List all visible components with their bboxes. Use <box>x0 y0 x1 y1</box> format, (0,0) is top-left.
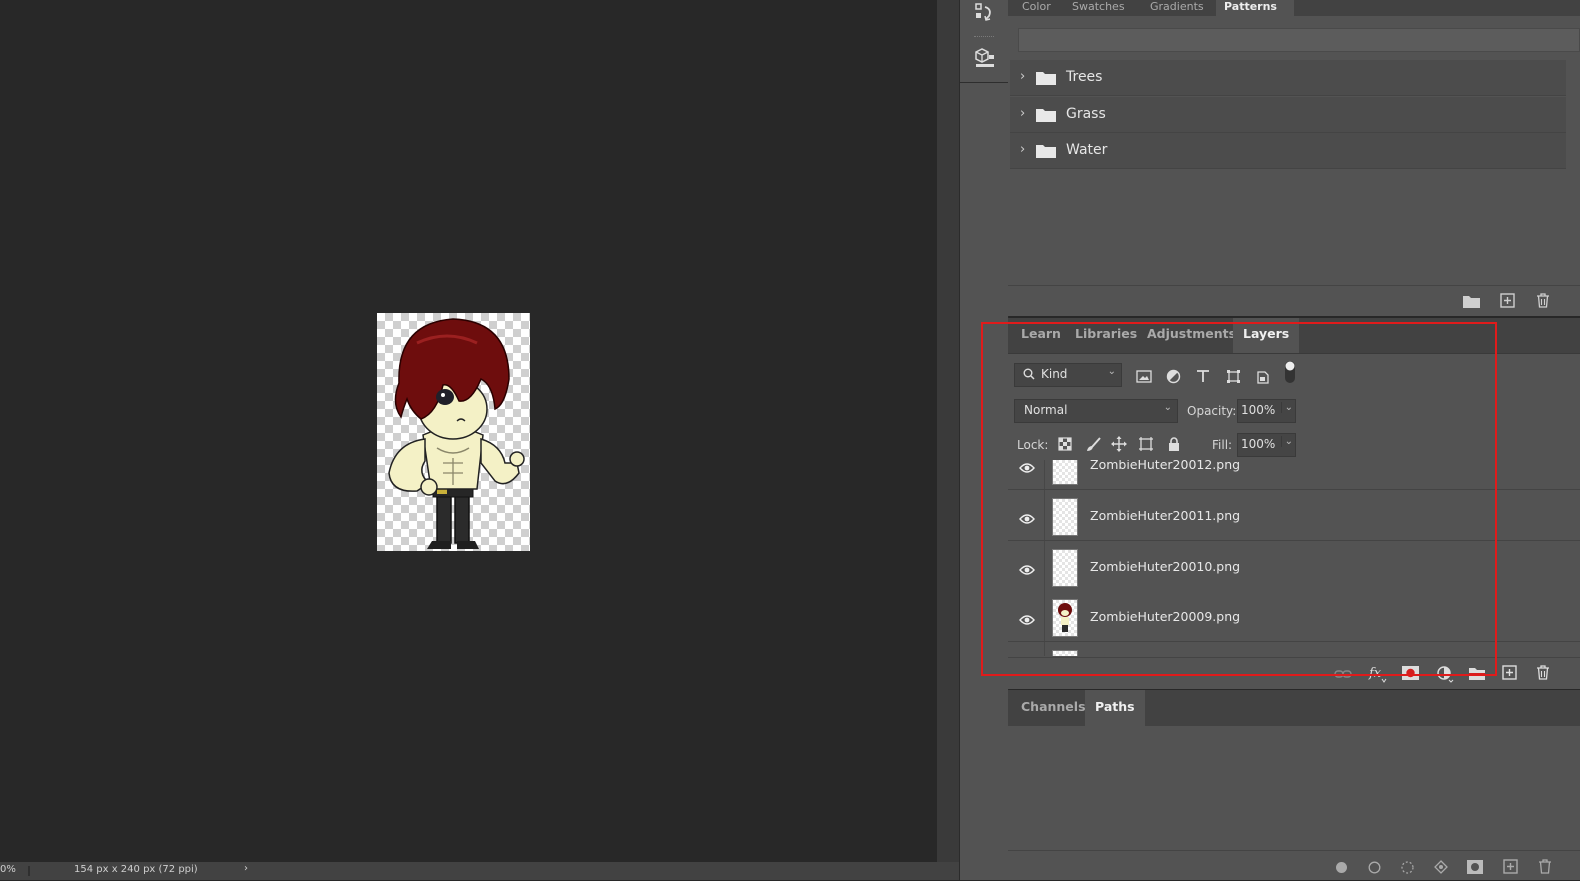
new-pattern-icon[interactable] <box>1500 293 1515 312</box>
delete-path-trash-icon[interactable] <box>1538 859 1552 878</box>
chevron-right-icon[interactable]: › <box>1020 69 1025 84</box>
chevron-right-icon[interactable]: › <box>1020 106 1025 121</box>
canvas-vertical-scrollbar[interactable] <box>937 0 959 862</box>
highlight-annotation-box <box>981 322 1497 676</box>
tab-gradients[interactable]: Gradients <box>1150 0 1204 16</box>
new-group-folder-icon[interactable] <box>1463 293 1480 312</box>
add-vector-mask-icon[interactable] <box>1467 859 1483 878</box>
status-bar: 0% 154 px x 240 px (72 ppi) › <box>0 862 959 880</box>
path-to-selection-icon[interactable] <box>1400 859 1415 878</box>
folder-icon <box>1036 143 1056 162</box>
paths-tab-bar: Channels Paths <box>1008 690 1580 726</box>
stroke-path-icon[interactable] <box>1368 859 1381 878</box>
dock-grip[interactable] <box>974 36 994 40</box>
character-artwork <box>388 318 525 549</box>
document-info: 154 px x 240 px (72 ppi) <box>74 864 198 875</box>
patterns-footer <box>1008 285 1580 316</box>
selection-to-path-icon[interactable] <box>1433 859 1449 878</box>
dock-divider <box>960 82 1008 83</box>
zoom-level[interactable]: 0% <box>0 864 16 875</box>
folder-label: Grass <box>1066 106 1106 122</box>
patterns-search-input[interactable] <box>1018 28 1580 52</box>
new-path-icon[interactable] <box>1503 859 1518 878</box>
paths-panel: Channels Paths <box>1008 690 1580 880</box>
status-menu-chevron[interactable]: › <box>244 863 248 874</box>
tab-patterns[interactable]: Patterns <box>1216 0 1294 16</box>
folder-label: Trees <box>1066 69 1103 85</box>
fill-path-icon[interactable] <box>1335 859 1348 878</box>
status-separator <box>28 866 30 876</box>
3d-panel-icon[interactable] <box>970 44 998 72</box>
tab-paths[interactable]: Paths <box>1085 690 1145 726</box>
patterns-panel: Color Swatches Gradients Patterns › Tree… <box>1008 0 1580 316</box>
folder-label: Water <box>1066 142 1108 158</box>
pattern-folder-grass[interactable]: › Grass <box>1010 97 1566 133</box>
delete-layer-trash-icon[interactable] <box>1536 665 1550 684</box>
delete-trash-icon[interactable] <box>1536 293 1550 312</box>
patterns-tab-bar: Color Swatches Gradients Patterns <box>1008 0 1580 16</box>
new-layer-icon[interactable] <box>1502 665 1517 684</box>
document-image[interactable] <box>377 313 530 551</box>
history-icon[interactable] <box>970 0 998 28</box>
pattern-folder-trees[interactable]: › Trees <box>1010 60 1566 96</box>
tab-color[interactable]: Color <box>1022 0 1051 16</box>
folder-icon <box>1036 70 1056 89</box>
paths-footer <box>1008 850 1580 881</box>
tab-swatches[interactable]: Swatches <box>1072 0 1125 16</box>
folder-icon <box>1036 107 1056 126</box>
pattern-folder-water[interactable]: › Water <box>1010 133 1566 169</box>
tab-channels[interactable]: Channels <box>1011 690 1096 726</box>
chevron-right-icon[interactable]: › <box>1020 142 1025 157</box>
